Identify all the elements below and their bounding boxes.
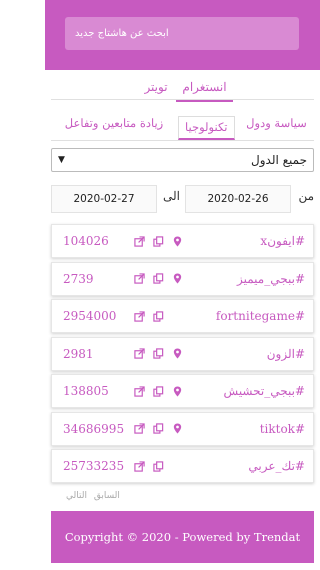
row-actions — [134, 300, 190, 332]
row-actions — [134, 225, 190, 257]
row-actions — [134, 375, 190, 407]
row-actions — [134, 338, 190, 370]
footer-text: Copyright © 2020 - Powered by Trendat — [64, 530, 301, 544]
date-to-label: الى — [163, 189, 180, 203]
copy-icon[interactable] — [153, 348, 164, 359]
hashtag-count: 2954000 — [63, 309, 117, 323]
country-select[interactable]: جميع الدول ▼ — [51, 148, 314, 172]
hashtag-row[interactable]: #ببجي_ميميز 2739 — [51, 261, 314, 296]
country-select-value: جميع الدول — [251, 153, 307, 167]
pager: السابق التالي — [62, 491, 120, 501]
date-to-value: 2020-02-27 — [73, 193, 135, 205]
hashtag-name[interactable]: #ببجي_تحشيش — [224, 375, 305, 407]
hashtag-name[interactable]: #ببجي_ميميز — [237, 263, 305, 295]
hashtag-count: 25733235 — [63, 459, 125, 473]
hashtag-name[interactable]: #الزون — [267, 338, 305, 370]
map-pin-icon[interactable] — [172, 273, 183, 284]
pager-prev[interactable]: السابق — [94, 491, 120, 501]
copy-icon[interactable] — [153, 385, 164, 397]
hashtag-count: 104026 — [63, 234, 109, 248]
search-placeholder: ابحث عن هاشتاج جديد — [75, 28, 169, 39]
hashtag-count: 2981 — [63, 346, 94, 361]
hashtag-count: 2739 — [63, 271, 94, 286]
row-actions — [134, 263, 190, 295]
external-link-icon[interactable] — [134, 460, 145, 472]
external-link-icon[interactable] — [134, 310, 145, 322]
divider — [51, 140, 314, 141]
chevron-down-icon: ▼ — [58, 155, 65, 165]
date-range: من 2020-02-26 الى 2020-02-27 — [45, 185, 320, 213]
search-input[interactable]: ابحث عن هاشتاج جديد — [65, 17, 299, 50]
map-pin-icon[interactable] — [172, 423, 183, 434]
copy-icon[interactable] — [153, 423, 164, 434]
map-pin-icon[interactable] — [172, 348, 183, 359]
tab-politics[interactable]: سياسة ودول — [239, 116, 314, 140]
map-pin-icon[interactable] — [172, 235, 183, 247]
footer: Copyright © 2020 - Powered by Trendat — [51, 511, 314, 563]
row-actions — [134, 413, 190, 445]
hashtag-row[interactable]: #الزون 2981 — [51, 336, 314, 371]
copy-icon[interactable] — [153, 460, 164, 472]
hashtag-count: 138805 — [63, 384, 109, 398]
date-to-field[interactable]: 2020-02-27 — [51, 185, 157, 213]
header: ابحث عن هاشتاج جديد — [45, 0, 320, 70]
hashtag-row[interactable]: #ببجي_تحشيش 138805 — [51, 374, 314, 408]
external-link-icon[interactable] — [134, 235, 145, 247]
external-link-icon[interactable] — [134, 385, 145, 397]
copy-icon[interactable] — [153, 273, 164, 284]
hashtag-list: #ايفونx 104026 #ببجي_ميميز 2739 #fortnitegam… — [51, 224, 314, 487]
hashtag-name[interactable]: #ايفونx — [260, 225, 305, 257]
hashtag-name[interactable]: #fortnitegame — [216, 300, 305, 332]
copy-icon[interactable] — [153, 235, 164, 247]
row-actions — [134, 450, 190, 482]
tab-followers[interactable]: زيادة متابعين وتفاعل — [51, 116, 177, 140]
external-link-icon[interactable] — [134, 423, 145, 434]
hashtag-name[interactable]: #تك_عربي — [248, 450, 305, 482]
map-pin-icon[interactable] — [172, 385, 183, 397]
date-from-field[interactable]: 2020-02-26 — [185, 185, 291, 213]
hashtag-name[interactable]: #tiktok — [260, 413, 305, 445]
divider — [51, 99, 314, 100]
external-link-icon[interactable] — [134, 348, 145, 359]
date-from-label: من — [298, 189, 314, 203]
hashtag-row[interactable]: #fortnitegame 2954000 — [51, 299, 314, 333]
hashtag-row[interactable]: #tiktok 34686995 — [51, 411, 314, 446]
external-link-icon[interactable] — [134, 273, 145, 284]
pager-next[interactable]: التالي — [66, 491, 87, 501]
hashtag-row[interactable]: #ايفونx 104026 — [51, 224, 314, 258]
copy-icon[interactable] — [153, 310, 164, 322]
tab-technology[interactable]: تكنولوجيا — [178, 116, 235, 140]
hashtag-count: 34686995 — [63, 421, 125, 436]
date-from-value: 2020-02-26 — [207, 193, 269, 205]
hashtag-row[interactable]: #تك_عربي 25733235 — [51, 449, 314, 483]
